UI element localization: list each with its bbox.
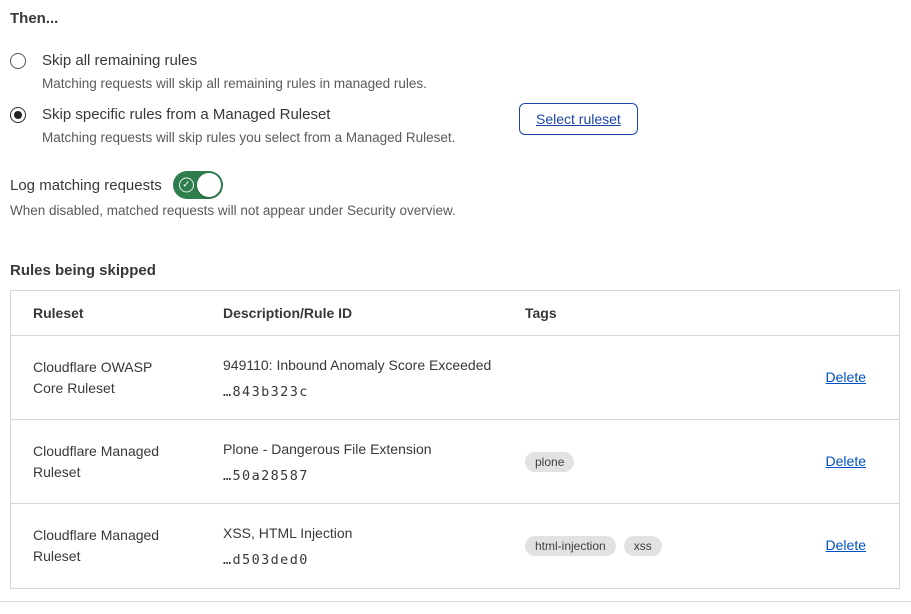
table-row: Cloudflare OWASP Core Ruleset 949110: In… (11, 336, 899, 420)
delete-link[interactable]: Delete (826, 453, 866, 469)
radio-option-skip-all[interactable]: Skip all remaining rules Matching reques… (10, 50, 427, 94)
tag-badge: xss (624, 536, 662, 556)
toggle-knob (197, 173, 221, 197)
delete-link[interactable]: Delete (826, 369, 866, 385)
log-toggle-help-text: When disabled, matched requests will not… (10, 203, 456, 218)
ruleset-cell: Cloudflare Managed Ruleset (11, 525, 223, 567)
table-row: Cloudflare Managed Ruleset XSS, HTML Inj… (11, 504, 899, 588)
rules-skipped-table: Ruleset Description/Rule ID Tags Cloudfl… (10, 290, 900, 589)
description-cell: 949110: Inbound Anomaly Score Exceeded …… (223, 356, 525, 400)
select-ruleset-button[interactable]: Select ruleset (519, 103, 638, 135)
description-cell: Plone - Dangerous File Extension …50a285… (223, 440, 525, 484)
log-matching-requests-toggle[interactable]: ✓ (173, 171, 223, 199)
ruleset-cell: Cloudflare OWASP Core Ruleset (11, 357, 223, 399)
log-matching-requests-label: Log matching requests (10, 177, 162, 194)
radio-option-label[interactable]: Skip specific rules from a Managed Rules… (42, 104, 455, 126)
radio-option-label[interactable]: Skip all remaining rules (42, 50, 427, 72)
radio-button-icon[interactable] (10, 53, 26, 69)
column-header-tags: Tags (525, 305, 720, 321)
radio-option-skip-specific[interactable]: Skip specific rules from a Managed Rules… (10, 104, 455, 148)
rule-id: …d503ded0 (223, 552, 509, 568)
table-header-row: Ruleset Description/Rule ID Tags (11, 291, 899, 336)
column-header-description: Description/Rule ID (223, 305, 525, 321)
radio-option-description: Matching requests will skip rules you se… (42, 128, 455, 148)
action-cell: Delete (720, 537, 899, 555)
rules-being-skipped-heading: Rules being skipped (10, 262, 156, 279)
rule-id: …843b323c (223, 384, 509, 400)
rule-description: Plone - Dangerous File Extension (223, 440, 509, 458)
rule-description: XSS, HTML Injection (223, 524, 509, 542)
then-heading: Then... (10, 10, 58, 27)
radio-option-description: Matching requests will skip all remainin… (42, 74, 427, 94)
action-cell: Delete (720, 369, 899, 387)
tags-cell: html-injection xss (525, 536, 720, 556)
action-cell: Delete (720, 453, 899, 471)
check-icon: ✓ (179, 178, 194, 193)
radio-button-icon[interactable] (10, 107, 26, 123)
table-body: Cloudflare OWASP Core Ruleset 949110: In… (11, 336, 899, 588)
tag-badge: html-injection (525, 536, 616, 556)
then-section: Then... Skip all remaining rules Matchin… (0, 0, 911, 614)
ruleset-cell: Cloudflare Managed Ruleset (11, 441, 223, 483)
section-divider (0, 601, 911, 602)
delete-link[interactable]: Delete (826, 537, 866, 553)
column-header-ruleset: Ruleset (11, 305, 223, 321)
description-cell: XSS, HTML Injection …d503ded0 (223, 524, 525, 568)
table-row: Cloudflare Managed Ruleset Plone - Dange… (11, 420, 899, 504)
rule-id: …50a28587 (223, 468, 509, 484)
tags-cell: plone (525, 452, 720, 472)
tag-badge: plone (525, 452, 574, 472)
rule-description: 949110: Inbound Anomaly Score Exceeded (223, 356, 509, 374)
